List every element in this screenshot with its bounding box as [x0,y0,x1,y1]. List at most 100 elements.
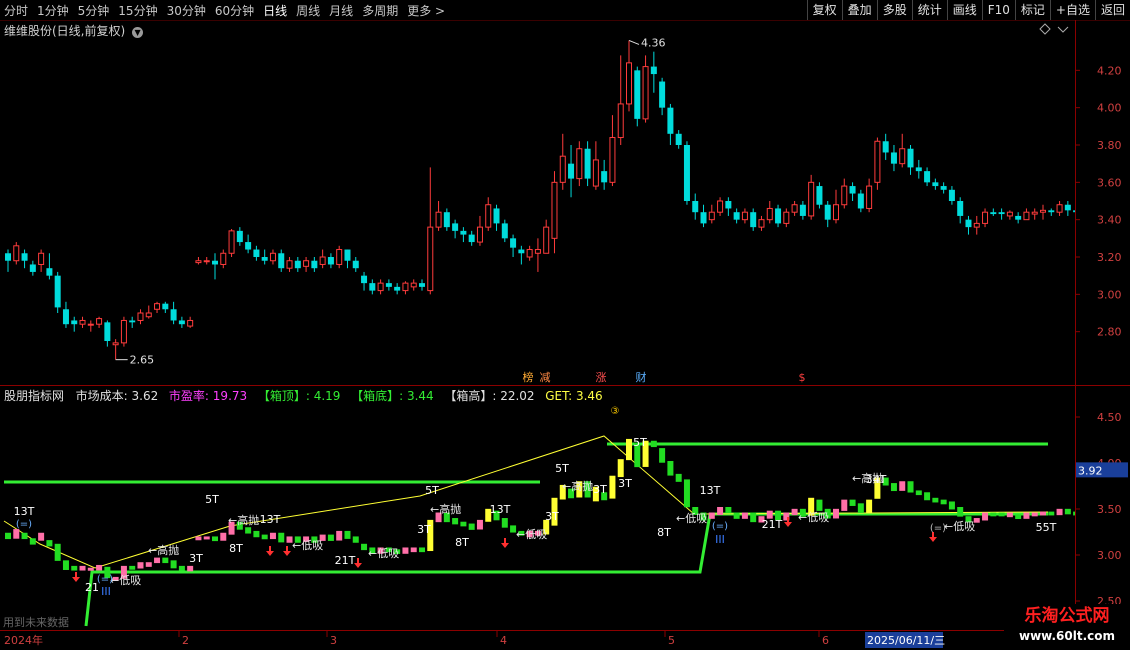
candle-body [617,103,624,139]
indicator-bar [129,565,136,570]
trade-signal-label: ←低吸 [798,511,829,524]
indicator-bar [609,475,616,499]
signal-label: 5T [425,484,439,497]
indicator-bar [1006,512,1013,518]
candle-body [394,286,401,291]
candle-body [700,212,707,224]
candle-body [890,152,897,164]
candle-body [998,212,1005,215]
chevron-down-icon [1057,26,1069,33]
month-label: 5 [668,634,675,647]
candle-body [1023,211,1030,221]
trade-signal-label: ←低吸 [516,528,547,541]
trade-signal-label: ←高抛 [148,543,179,557]
period-tab[interactable]: 60分钟 [215,2,254,19]
period-tab[interactable]: 月线 [329,2,353,19]
candle-body [675,133,682,145]
price-tick-label: 2.80 [1097,326,1122,339]
signal-label: 5T [555,462,569,475]
period-tab[interactable]: 5分钟 [78,2,110,19]
candle-body [62,309,69,325]
candlestick-chart[interactable]: 4.36 2.65 榜减 涨 财 $ [0,21,1075,385]
candle-body [659,81,666,108]
tool-button[interactable]: 统计 [911,0,947,20]
indicator-bar [1040,511,1046,516]
tool-button[interactable]: 画线 [946,0,982,20]
signal-label: 13T [260,513,281,526]
candle-body [137,312,144,321]
indicator-bar [833,508,839,519]
indicator-bar [725,507,732,514]
indicator-bar [717,507,724,515]
indicator-chart[interactable]: 13T 5T 13T 8T 3T 21T 5T 3T 8T 13T 3T 5T 3T 3T 5T 8T 13T 2… [0,386,1075,630]
candle-body [187,319,194,327]
candle-body [485,204,492,228]
candle-body [576,148,583,180]
event-marker: $ [799,371,806,384]
period-tab[interactable]: 1分钟 [37,2,69,19]
candle-body [278,253,285,269]
candle-body [1064,204,1071,211]
indicator-tick-label: 4.50 [1097,411,1122,424]
candle-body [468,234,475,243]
candle-body [29,264,36,272]
indicator-bar [998,512,1005,517]
period-tabs: 分时 1分钟 5分钟 15分钟 30分钟 60分钟 日线 周线 月线 多周期 更多 > [0,2,454,19]
indicator-bar [29,538,36,545]
signal-label: 55T [1036,521,1057,534]
buy-arrow-icon [501,538,509,548]
candle-body [79,319,86,325]
indicator-bar [708,512,715,519]
indicator-bar [1056,508,1063,516]
tool-button[interactable]: 返回 [1094,0,1130,20]
price-tick-label: 3.00 [1097,288,1122,301]
event-marker: 涨 [596,371,607,384]
signal-label: 21T [762,518,783,531]
period-tab[interactable]: 更多 > [407,2,445,19]
candle-body [236,230,243,243]
period-tab[interactable]: 分时 [4,2,28,19]
candle-body [377,282,384,292]
candle-body [1006,211,1013,217]
indicator-bar [675,473,682,482]
indicator-bar [336,530,343,541]
candle-body [510,238,517,248]
period-tab[interactable]: 15分钟 [118,2,157,19]
candle-body [476,226,483,243]
candle-body [982,211,989,224]
candle-body [1015,215,1022,220]
candle-body [228,230,235,254]
indicator-tick-label: 4.00 [1097,457,1122,470]
buy-arrow-icon [266,546,274,556]
watermark-title: 乐淘公式网 [1024,606,1110,626]
trade-signal-label: ←高抛 [228,513,259,527]
indicator-bar [162,557,169,564]
period-tab[interactable]: 日线 [263,2,287,19]
trade-signal-label: ←低吸 [368,547,399,560]
indicator-bar [62,560,69,570]
indicator-bar [154,557,161,564]
indicator-bar [1015,514,1022,520]
period-tab[interactable]: 30分钟 [167,2,206,19]
tool-button[interactable]: 标记 [1014,0,1050,20]
high-price-label: 4.36 [641,36,666,49]
indicator-bar [269,532,276,540]
candle-body [245,242,252,250]
tool-button[interactable]: 多股 [876,0,912,20]
buy-arrow-icon [72,572,80,582]
candle-body [493,208,500,224]
indicator-bar [468,523,475,530]
tool-button[interactable]: 复权 [806,0,842,20]
event-marker: 财 [636,370,647,384]
signal-label: 3T [417,523,431,536]
trade-signal-label: ←高抛 [430,502,461,516]
indicator-bar [245,527,252,534]
period-tab[interactable]: 周线 [296,2,320,19]
tool-button[interactable]: +自选 [1049,0,1095,20]
tool-button[interactable]: 叠加 [841,0,877,20]
candle-body [253,249,260,257]
period-tab[interactable]: 多周期 [362,2,398,19]
tool-button[interactable]: F10 [981,0,1015,20]
candle-body [162,303,169,310]
candle-body [54,275,61,308]
